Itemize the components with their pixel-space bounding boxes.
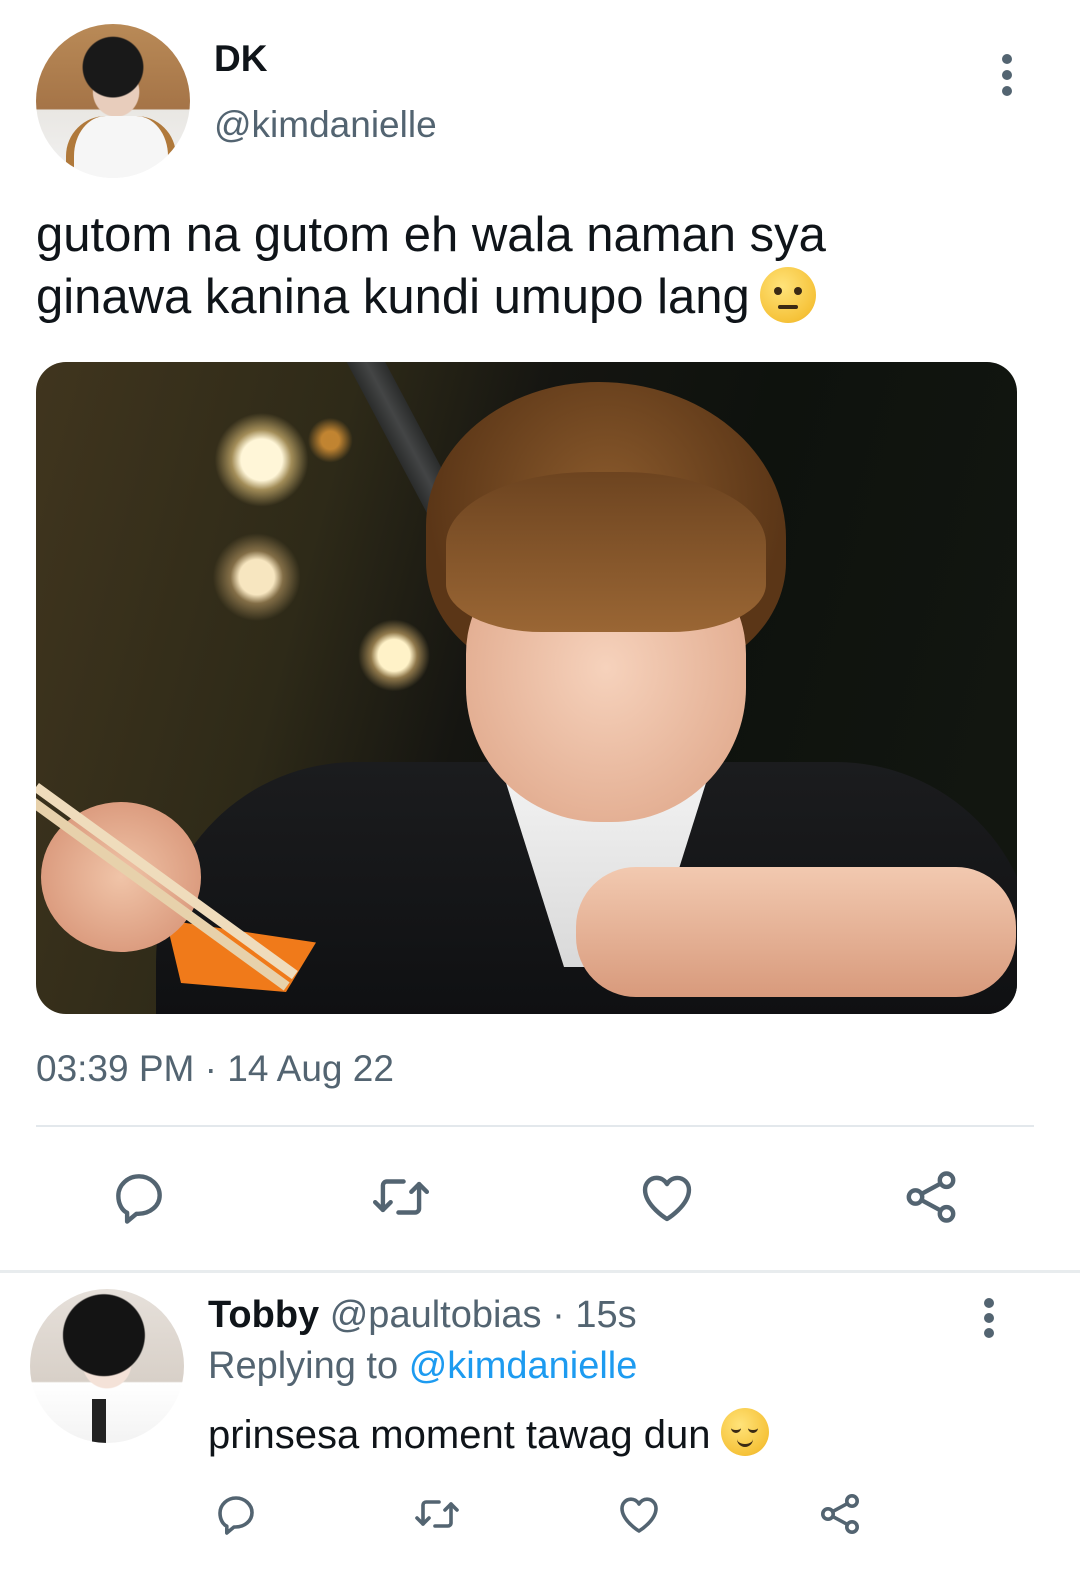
reply-icon [218,1496,254,1535]
reply-text: prinsesa moment tawag dun [208,1408,769,1458]
retweet-icon [415,1500,459,1528]
raised-eyebrow-emoji-icon [759,267,816,323]
relieved-emoji-icon [720,1408,769,1456]
section-divider [0,1270,1080,1273]
tweet-photo[interactable] [36,362,1017,1014]
reply-author-avatar[interactable] [30,1289,184,1443]
photo-person-hand-chopsticks [41,802,201,952]
reply-share-button[interactable] [816,1490,864,1538]
photo-person-hand [576,867,1016,997]
replying-to-line: Replying to @kimdanielle [208,1345,637,1388]
retweet-button[interactable] [368,1166,434,1228]
author-handle[interactable]: @kimdanielle [214,104,437,146]
photo-person-fringe [446,472,766,632]
replying-to-label: Replying to [208,1345,399,1387]
share-button[interactable] [900,1166,962,1228]
reply-author-handle[interactable]: @paultobias [330,1294,542,1336]
reply-text-content: prinsesa moment tawag dun [208,1413,711,1457]
tweet-timestamp[interactable]: 03:39 PM · 14 Aug 22 [36,1048,394,1090]
share-icon [906,1171,956,1223]
heart-icon [642,1175,692,1222]
author-display-name[interactable]: DK [214,38,267,80]
heart-icon [620,1497,658,1533]
reply-time-ago: · 15s [552,1294,637,1336]
like-button[interactable] [636,1166,698,1228]
tweet-text-line-1: gutom na gutom eh wala naman sya [36,208,826,262]
retweet-icon [372,1179,430,1215]
tweet-text-line-2: ginawa kanina kundi umupo lang [36,266,1016,328]
share-icon [821,1494,859,1534]
reply-more-options-icon[interactable] [982,1298,996,1338]
reply-like-button[interactable] [614,1490,664,1538]
reply-reply-button[interactable] [212,1490,260,1538]
reply-header: Tobby @paultobias · 15s [208,1294,637,1337]
reply-author-display-name[interactable]: Tobby [208,1294,319,1336]
reply-retweet-button[interactable] [410,1490,464,1538]
reply-icon [116,1174,162,1224]
divider [36,1125,1034,1127]
more-options-icon[interactable] [1000,54,1014,96]
reply-button[interactable] [108,1166,170,1228]
tweet-text: gutom na gutom eh wala naman sya ginawa … [36,204,1016,328]
author-avatar[interactable] [36,24,190,178]
replying-to-mention[interactable]: @kimdanielle [409,1345,638,1387]
tweet-text-line-2-text: ginawa kanina kundi umupo lang [36,270,750,324]
